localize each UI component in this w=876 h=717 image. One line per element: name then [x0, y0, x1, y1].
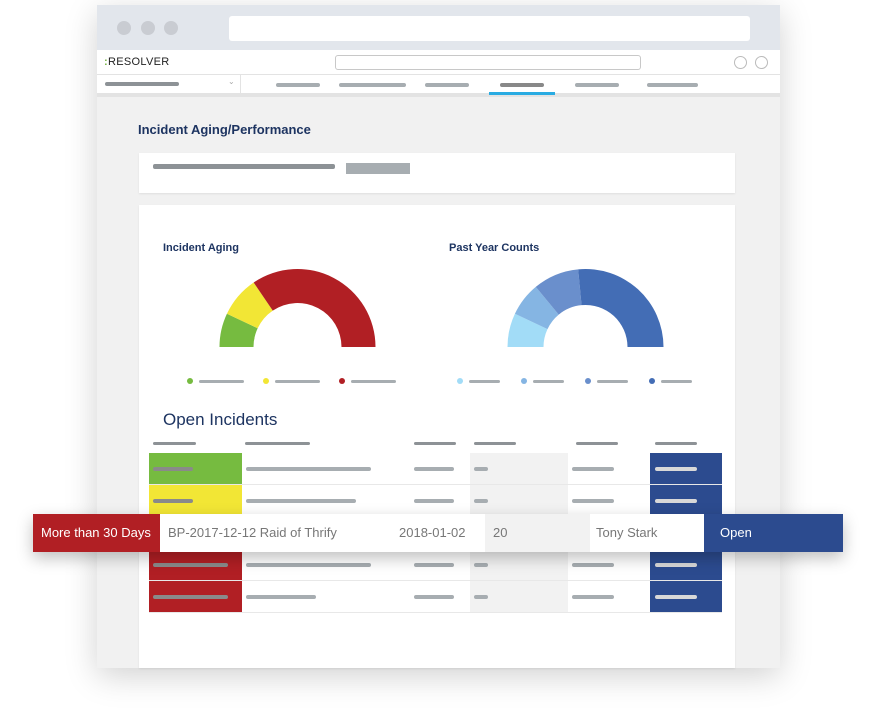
incident-aging-gauge: [219, 269, 376, 347]
incident-name-cell[interactable]: BP-2017-12-12 Raid of Thrify: [160, 514, 385, 552]
gauge-segment[interactable]: [578, 269, 664, 347]
cell-placeholder: [572, 595, 614, 599]
cell-placeholder: [153, 563, 228, 567]
legend-label: [469, 380, 500, 383]
legend-dot: [585, 378, 591, 384]
filter-button[interactable]: [346, 163, 410, 174]
table-title: Open Incidents: [163, 410, 278, 429]
column-header[interactable]: [153, 442, 196, 445]
cell-placeholder: [246, 595, 316, 599]
legend-dot: [263, 378, 269, 384]
past-year-counts-gauge: [507, 269, 664, 347]
column-header[interactable]: [245, 442, 310, 445]
cell-placeholder: [655, 467, 697, 471]
window-maximize-button[interactable]: [164, 21, 178, 35]
cell-placeholder: [655, 595, 697, 599]
cell-placeholder: [153, 467, 193, 471]
legend-label: [661, 380, 692, 383]
legend-dot: [649, 378, 655, 384]
chevron-down-icon[interactable]: ⌄: [228, 77, 235, 86]
legend-label: [275, 380, 320, 383]
legend-label: [597, 380, 628, 383]
nav-tab[interactable]: [276, 83, 320, 87]
divider: [97, 74, 780, 75]
cell-placeholder: [246, 467, 371, 471]
nav-tab[interactable]: [339, 83, 406, 87]
active-tab-indicator: [489, 92, 555, 95]
cell-placeholder: [153, 499, 193, 503]
user-avatar[interactable]: [755, 56, 768, 69]
cell-placeholder: [572, 467, 614, 471]
legend-label: [351, 380, 396, 383]
cell-placeholder: [474, 563, 488, 567]
legend-dot: [187, 378, 193, 384]
cell-placeholder: [572, 499, 614, 503]
nav-tab[interactable]: [425, 83, 469, 87]
nav-tab[interactable]: [647, 83, 698, 87]
column-header[interactable]: [474, 442, 516, 445]
cell-placeholder: [414, 563, 454, 567]
column-header[interactable]: [414, 442, 456, 445]
notification-icon[interactable]: [734, 56, 747, 69]
status-cell: More than 30 Days: [33, 514, 160, 552]
cell-placeholder: [655, 499, 697, 503]
column-header[interactable]: [655, 442, 697, 445]
gauge-segment[interactable]: [253, 269, 376, 347]
workspace-dropdown[interactable]: [105, 82, 179, 86]
cell-placeholder: [474, 467, 488, 471]
legend-label: [199, 380, 244, 383]
page-title: Incident Aging/Performance: [138, 122, 311, 137]
count-cell: 20: [485, 514, 590, 552]
nav-tab-active[interactable]: [500, 83, 544, 87]
chart-title: Past Year Counts: [449, 242, 540, 254]
divider: [240, 74, 241, 96]
cell-placeholder: [414, 499, 454, 503]
search-input[interactable]: [335, 55, 641, 70]
legend-dot: [457, 378, 463, 384]
cell-placeholder: [414, 467, 454, 471]
filter-card: [139, 153, 735, 193]
date-cell: 2018-01-02: [385, 514, 485, 552]
cell-placeholder: [414, 595, 454, 599]
cell-placeholder: [474, 595, 488, 599]
address-bar[interactable]: [229, 16, 750, 41]
legend-dot: [339, 378, 345, 384]
cell-placeholder: [655, 563, 697, 567]
column-header[interactable]: [576, 442, 618, 445]
cell-placeholder: [246, 563, 371, 567]
window-close-button[interactable]: [117, 21, 131, 35]
chart-title: Incident Aging: [163, 242, 239, 254]
legend-label: [533, 380, 564, 383]
state-cell[interactable]: Open: [704, 514, 843, 552]
window-minimize-button[interactable]: [141, 21, 155, 35]
nav-tab[interactable]: [575, 83, 619, 87]
logo: :RESOLVER: [104, 56, 170, 68]
owner-cell: Tony Stark: [590, 514, 704, 552]
cell-placeholder: [572, 563, 614, 567]
filter-label: [153, 164, 335, 169]
legend-dot: [521, 378, 527, 384]
cell-placeholder: [474, 499, 488, 503]
cell-placeholder: [153, 595, 228, 599]
cell-placeholder: [246, 499, 356, 503]
